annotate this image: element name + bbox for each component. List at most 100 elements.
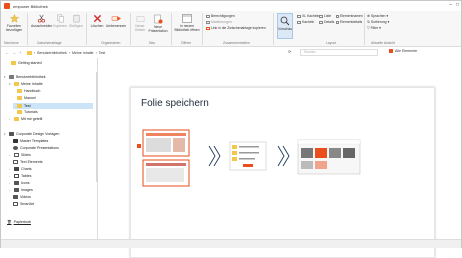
details-label: Details	[324, 20, 335, 24]
breadcrumb-item[interactable]: Benutzerbibliothek	[37, 51, 67, 55]
link-icon	[206, 26, 210, 30]
sidebar-scrollbar[interactable]	[96, 72, 98, 182]
group-label-layout: Layout	[326, 41, 337, 45]
new-folder-icon	[136, 16, 144, 22]
ribbon: Favoriten hinzufügen Neu/neue Ausschneid…	[1, 11, 461, 47]
smartart-icon	[13, 202, 18, 206]
sidebar-item-label: Handbuch	[24, 89, 41, 93]
preview-button[interactable]: Vorschau	[277, 13, 293, 39]
sidebar-item-manuel[interactable]: Manuel	[17, 96, 36, 100]
window-title: empower Bibliothek	[13, 3, 48, 9]
view-tiles-button[interactable]: Kacheln	[297, 20, 314, 24]
chevron-right-icon: ›	[9, 174, 10, 178]
chevron-right-icon: ›	[9, 181, 10, 185]
sidebar-item-mit-mir-geteilt[interactable]: › Mit mir geteilt	[9, 117, 42, 121]
all-elements-filter[interactable]: Alle Elemente	[389, 49, 417, 53]
chevron-right-icon	[277, 145, 290, 167]
sidebar-item-slides[interactable]: › Slides	[9, 153, 31, 157]
tiles-icon	[297, 20, 301, 24]
sidebar-item-meine-inhalte[interactable]: ▾ Meine Inhalte	[9, 82, 43, 86]
permissions-button[interactable]: Berechtigungen	[206, 14, 235, 18]
copy-button[interactable]: Kopieren	[52, 14, 68, 28]
minimize-button[interactable]: –	[449, 2, 452, 8]
tags-button[interactable]: Markierungen	[206, 20, 232, 24]
sidebar-item-corporate-presentations[interactable]: Corporate Presentations	[13, 146, 59, 150]
view-list-button[interactable]: Liste	[319, 14, 331, 18]
copy-link-button[interactable]: Link in die Zwischenablage kopieren	[206, 26, 266, 30]
ribbon-divider	[27, 13, 28, 45]
languages-dropdown[interactable]: ⊕ Sprachen ▾	[367, 14, 388, 18]
forward-arrow-icon[interactable]: →	[12, 50, 16, 55]
library-window-graphic	[297, 139, 361, 175]
breadcrumb-item[interactable]: Test	[99, 51, 106, 55]
new-presentation-label: Neue Präsentation	[148, 25, 168, 33]
up-arrow-icon[interactable]: ↑	[19, 50, 21, 55]
delete-button[interactable]: Löschen	[89, 14, 105, 28]
group-label-ansicht: Aktuelle Ansicht	[371, 41, 395, 45]
sidebar-item-corporate[interactable]: ▾ Corporate Design Vorlagen	[4, 132, 59, 136]
sidebar-item-label: Corporate Presentations	[20, 146, 59, 150]
sidebar-item-test[interactable]: Test	[13, 103, 93, 109]
sidebar-item-videos[interactable]: Videos	[13, 195, 31, 199]
sidebar-item-getting-started[interactable]: Getting started	[11, 61, 42, 65]
sort-icon: ⇅	[367, 20, 370, 24]
cut-button[interactable]: Ausschneiden	[31, 14, 52, 28]
chevron-right-icon: ›	[9, 153, 10, 157]
search-input[interactable]: Suchen	[300, 49, 378, 56]
sidebar-item-handbuch[interactable]: Handbuch	[17, 89, 40, 93]
sidebar-item-tutorials[interactable]: Tutorials	[17, 110, 38, 114]
checkbox-icon	[336, 14, 339, 18]
rename-button[interactable]: Umbenennen	[105, 14, 127, 28]
trash-icon: 🗑	[7, 220, 12, 224]
element-names-checkbox[interactable]: Elementnamen	[336, 14, 363, 18]
permissions-label: Berechtigungen	[211, 14, 235, 18]
maximize-button[interactable]: □	[456, 2, 459, 8]
folder-icon	[14, 82, 19, 86]
add-favorite-button[interactable]: Favoriten hinzufügen	[4, 14, 24, 32]
new-presentation-button[interactable]: Neue Präsentation	[147, 14, 169, 33]
view-details-button[interactable]: Details	[319, 20, 334, 24]
breadcrumb-item[interactable]: Meine Inhalte	[72, 51, 94, 55]
languages-label: Sprachen	[370, 14, 386, 18]
view-xl-tiles-button[interactable]: XL Kacheln	[297, 14, 319, 18]
preview-label: Vorschau	[278, 27, 293, 31]
paste-button[interactable]: Einfügen	[68, 14, 84, 28]
sidebar-item-images[interactable]: › Images	[9, 188, 33, 192]
sidebar-item-master-templates[interactable]: Master Templates	[13, 139, 48, 143]
sidebar-item-smartart[interactable]: SmartArt	[13, 202, 34, 206]
delete-label: Löschen	[90, 24, 104, 28]
group-label-oeffnen: Öffnen	[181, 41, 192, 45]
filter-dropdown[interactable]: ▽ Filter ▾	[367, 26, 381, 30]
sidebar-item-icons[interactable]: › Icons	[9, 181, 30, 185]
window-controls: – □	[449, 2, 459, 8]
sort-dropdown[interactable]: ⇅ Sortierung ▾	[367, 20, 389, 24]
open-in-new-library-button[interactable]: In neuem Bibliothek öffnen	[174, 14, 200, 32]
slide-preview: Folie speichern	[130, 87, 435, 258]
element-details-checkbox[interactable]: Elementdetails	[336, 20, 362, 24]
sidebar-item-benutzerbibliothek[interactable]: ▾ Benutzerbibliothek	[4, 75, 46, 79]
save-slide-illustration	[137, 129, 361, 187]
sidebar-item-charts[interactable]: › Charts	[9, 167, 32, 171]
sidebar-item-label: Slides	[21, 153, 31, 157]
status-bar	[1, 239, 461, 248]
sidebar-tree: Getting started ▾ Benutzerbibliothek ▾ M…	[1, 58, 98, 239]
sidebar-item-tables[interactable]: › Tables	[9, 174, 31, 178]
filter-icon: ▽	[367, 26, 370, 30]
chevron-down-icon: ▾	[4, 132, 6, 136]
slides-icon	[14, 153, 19, 157]
folder-icon	[17, 89, 22, 93]
chevron-right-icon: ›	[9, 188, 10, 192]
presentation-icon	[13, 146, 18, 150]
back-arrow-icon[interactable]: ←	[5, 50, 9, 55]
sidebar-item-label: Text Elements	[20, 160, 43, 164]
address-bar: ← → ↑ › Benutzerbibliothek › Meine Inhal…	[1, 48, 461, 57]
sidebar-item-papierkorb[interactable]: 🗑 Papierkorb	[7, 220, 31, 224]
sidebar-item-label: Images	[21, 188, 33, 192]
refresh-icon[interactable]: ⟳	[288, 49, 291, 54]
ribbon-divider	[364, 13, 365, 45]
sidebar-item-text-elements[interactable]: Text Elements	[13, 160, 43, 164]
new-folder-button[interactable]: Neuer Ordner	[133, 14, 147, 32]
breadcrumb-separator: ›	[34, 50, 36, 55]
breadcrumb-separator: ›	[95, 50, 97, 55]
sidebar-item-label: Icons	[21, 181, 30, 185]
